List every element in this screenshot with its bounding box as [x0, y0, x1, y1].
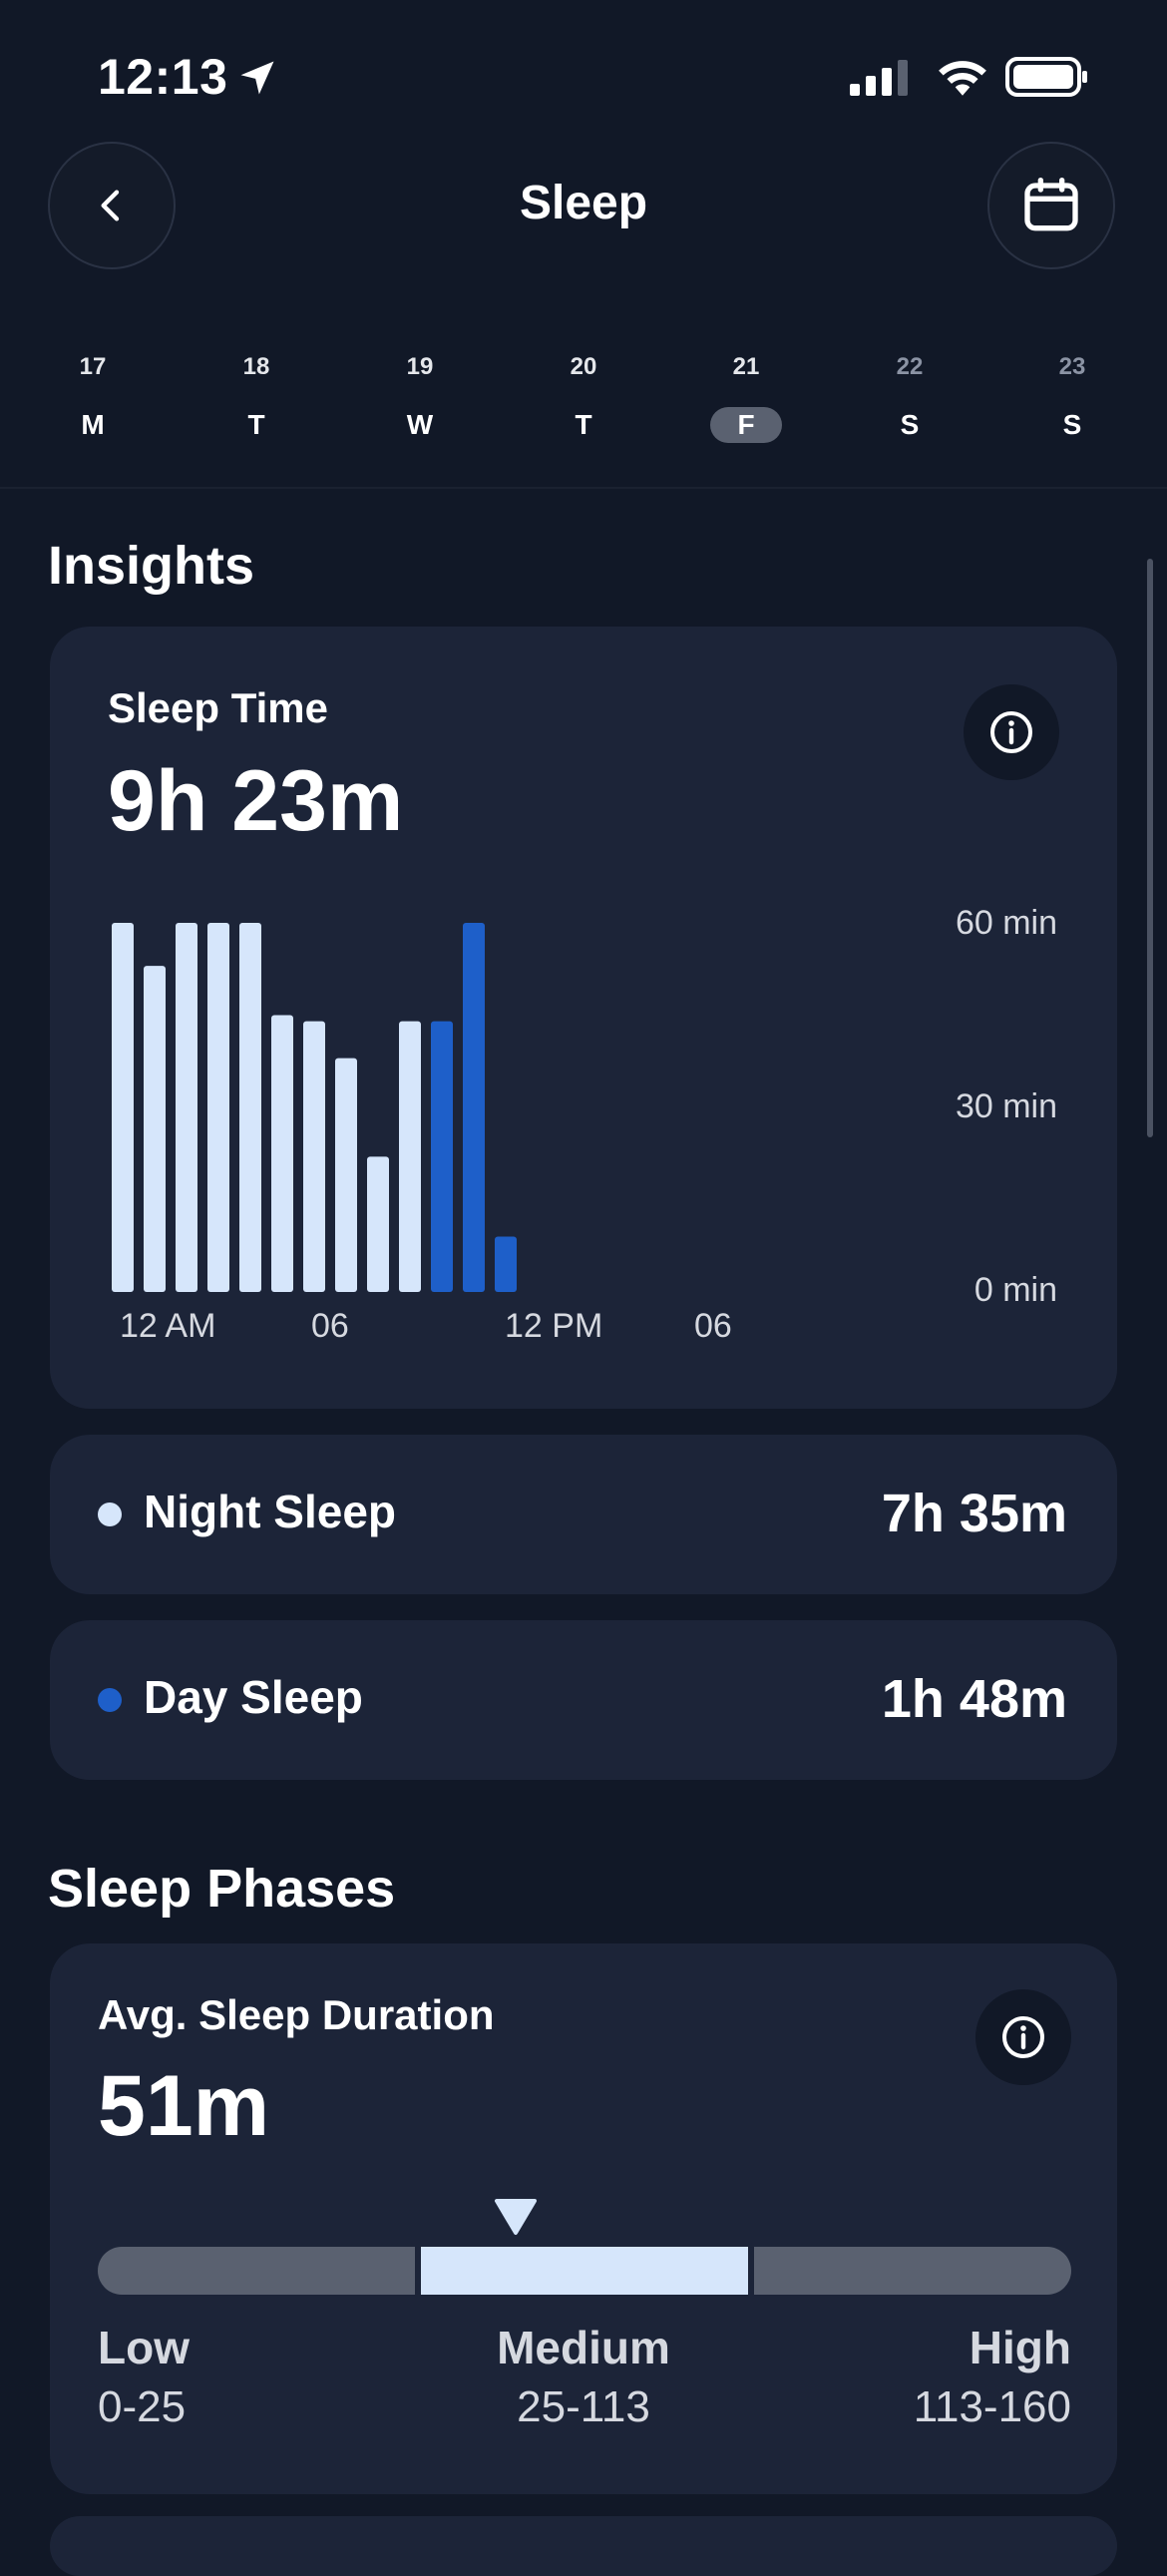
day-sleep-bar	[431, 1021, 453, 1292]
x-tick-label: 06	[311, 1307, 349, 1345]
day-number: 18	[242, 353, 270, 380]
day-sleep-value: 1h 48m	[881, 1669, 1067, 1729]
x-tick-label: 06	[694, 1307, 732, 1345]
day-number: 19	[406, 353, 434, 380]
day-23[interactable]: 23 S	[1017, 349, 1127, 443]
sleep-time-card: Sleep Time 9h 23m 60 min 30 min 0 min 12…	[50, 627, 1117, 1409]
calendar-icon	[1024, 178, 1078, 231]
night-sleep-bar	[176, 923, 197, 1292]
day-20[interactable]: 20 T	[529, 349, 638, 443]
scrollbar[interactable]	[1147, 559, 1153, 1137]
day-sleep-bar	[463, 923, 485, 1292]
day-letter: S	[900, 409, 920, 440]
day-letter: T	[575, 409, 592, 440]
y-tick-label: 60 min	[955, 904, 1057, 942]
day-letter: W	[406, 409, 434, 440]
info-icon	[1002, 2016, 1044, 2058]
scale-low-segment	[98, 2247, 415, 2295]
calendar-button[interactable]	[987, 142, 1115, 269]
day-sleep-row[interactable]: Day Sleep 1h 48m	[50, 1620, 1117, 1780]
x-tick-label: 12 PM	[505, 1307, 603, 1345]
scale-medium-title: Medium	[497, 2322, 670, 2373]
day-sleep-legend-dot	[98, 1688, 122, 1712]
y-tick-label: 0 min	[973, 1271, 1057, 1309]
day-18[interactable]: 18 T	[201, 349, 311, 443]
day-letter: T	[247, 409, 265, 440]
night-sleep-label: Night Sleep	[144, 1486, 397, 1537]
night-sleep-bar	[303, 1021, 325, 1292]
current-level-marker-icon	[495, 2199, 537, 2235]
scale-low-range: 0-25	[98, 2382, 187, 2431]
day-letter: M	[81, 409, 105, 440]
night-sleep-bar	[367, 1156, 389, 1292]
day-number: 21	[732, 353, 760, 380]
avg-sleep-duration-value: 51m	[98, 2058, 270, 2154]
cellular-signal-icon	[850, 60, 908, 96]
night-sleep-bar	[399, 1021, 421, 1292]
insights-title: Insights	[48, 536, 255, 596]
day-17[interactable]: 17 M	[38, 349, 148, 443]
day-number: 20	[570, 353, 597, 380]
scale-medium-segment	[421, 2247, 748, 2295]
night-sleep-bar	[239, 923, 261, 1292]
x-tick-label: 12 AM	[120, 1307, 216, 1345]
wifi-icon	[939, 61, 986, 96]
week-strip: 17 M 18 T 19 W 20 T 21 F 22 S 23 S	[0, 349, 1167, 469]
next-card	[50, 2516, 1117, 2576]
status-time: 12:13	[98, 49, 228, 105]
battery-icon	[1005, 57, 1087, 97]
day-number: 23	[1058, 353, 1086, 380]
scale-high-title: High	[969, 2322, 1071, 2373]
day-number: 22	[896, 353, 924, 380]
sleep-phases-title: Sleep Phases	[48, 1859, 396, 1919]
scale-high-segment	[754, 2247, 1071, 2295]
day-letter: S	[1062, 409, 1082, 440]
day-letter: F	[691, 407, 801, 443]
day-sleep-bar	[495, 1236, 517, 1292]
day-number: 17	[79, 353, 107, 380]
day-21-selected[interactable]: 21 F	[691, 349, 801, 443]
location-arrow-icon	[240, 61, 274, 95]
avg-duration-info-button[interactable]	[975, 1989, 1071, 2085]
night-sleep-bar	[144, 966, 166, 1292]
night-sleep-value: 7h 35m	[881, 1484, 1067, 1543]
day-19[interactable]: 19 W	[365, 349, 475, 443]
night-sleep-row[interactable]: Night Sleep 7h 35m	[50, 1435, 1117, 1594]
day-22[interactable]: 22 S	[855, 349, 965, 443]
night-sleep-bar	[112, 923, 134, 1292]
y-tick-label: 30 min	[955, 1087, 1057, 1125]
avg-sleep-duration-label: Avg. Sleep Duration	[98, 1991, 495, 2038]
divider	[0, 487, 1167, 489]
scale-low-title: Low	[98, 2322, 190, 2373]
night-sleep-bar	[335, 1058, 357, 1292]
scale-high-range: 113-160	[913, 2382, 1071, 2431]
night-sleep-legend-dot	[98, 1503, 122, 1526]
day-sleep-label: Day Sleep	[144, 1671, 363, 1723]
night-sleep-bar	[207, 923, 229, 1292]
avg-sleep-duration-card: Avg. Sleep Duration 51m Low 0-25 Medium …	[50, 1943, 1117, 2494]
night-sleep-bar	[271, 1015, 293, 1292]
scale-medium-range: 25-113	[517, 2382, 650, 2431]
